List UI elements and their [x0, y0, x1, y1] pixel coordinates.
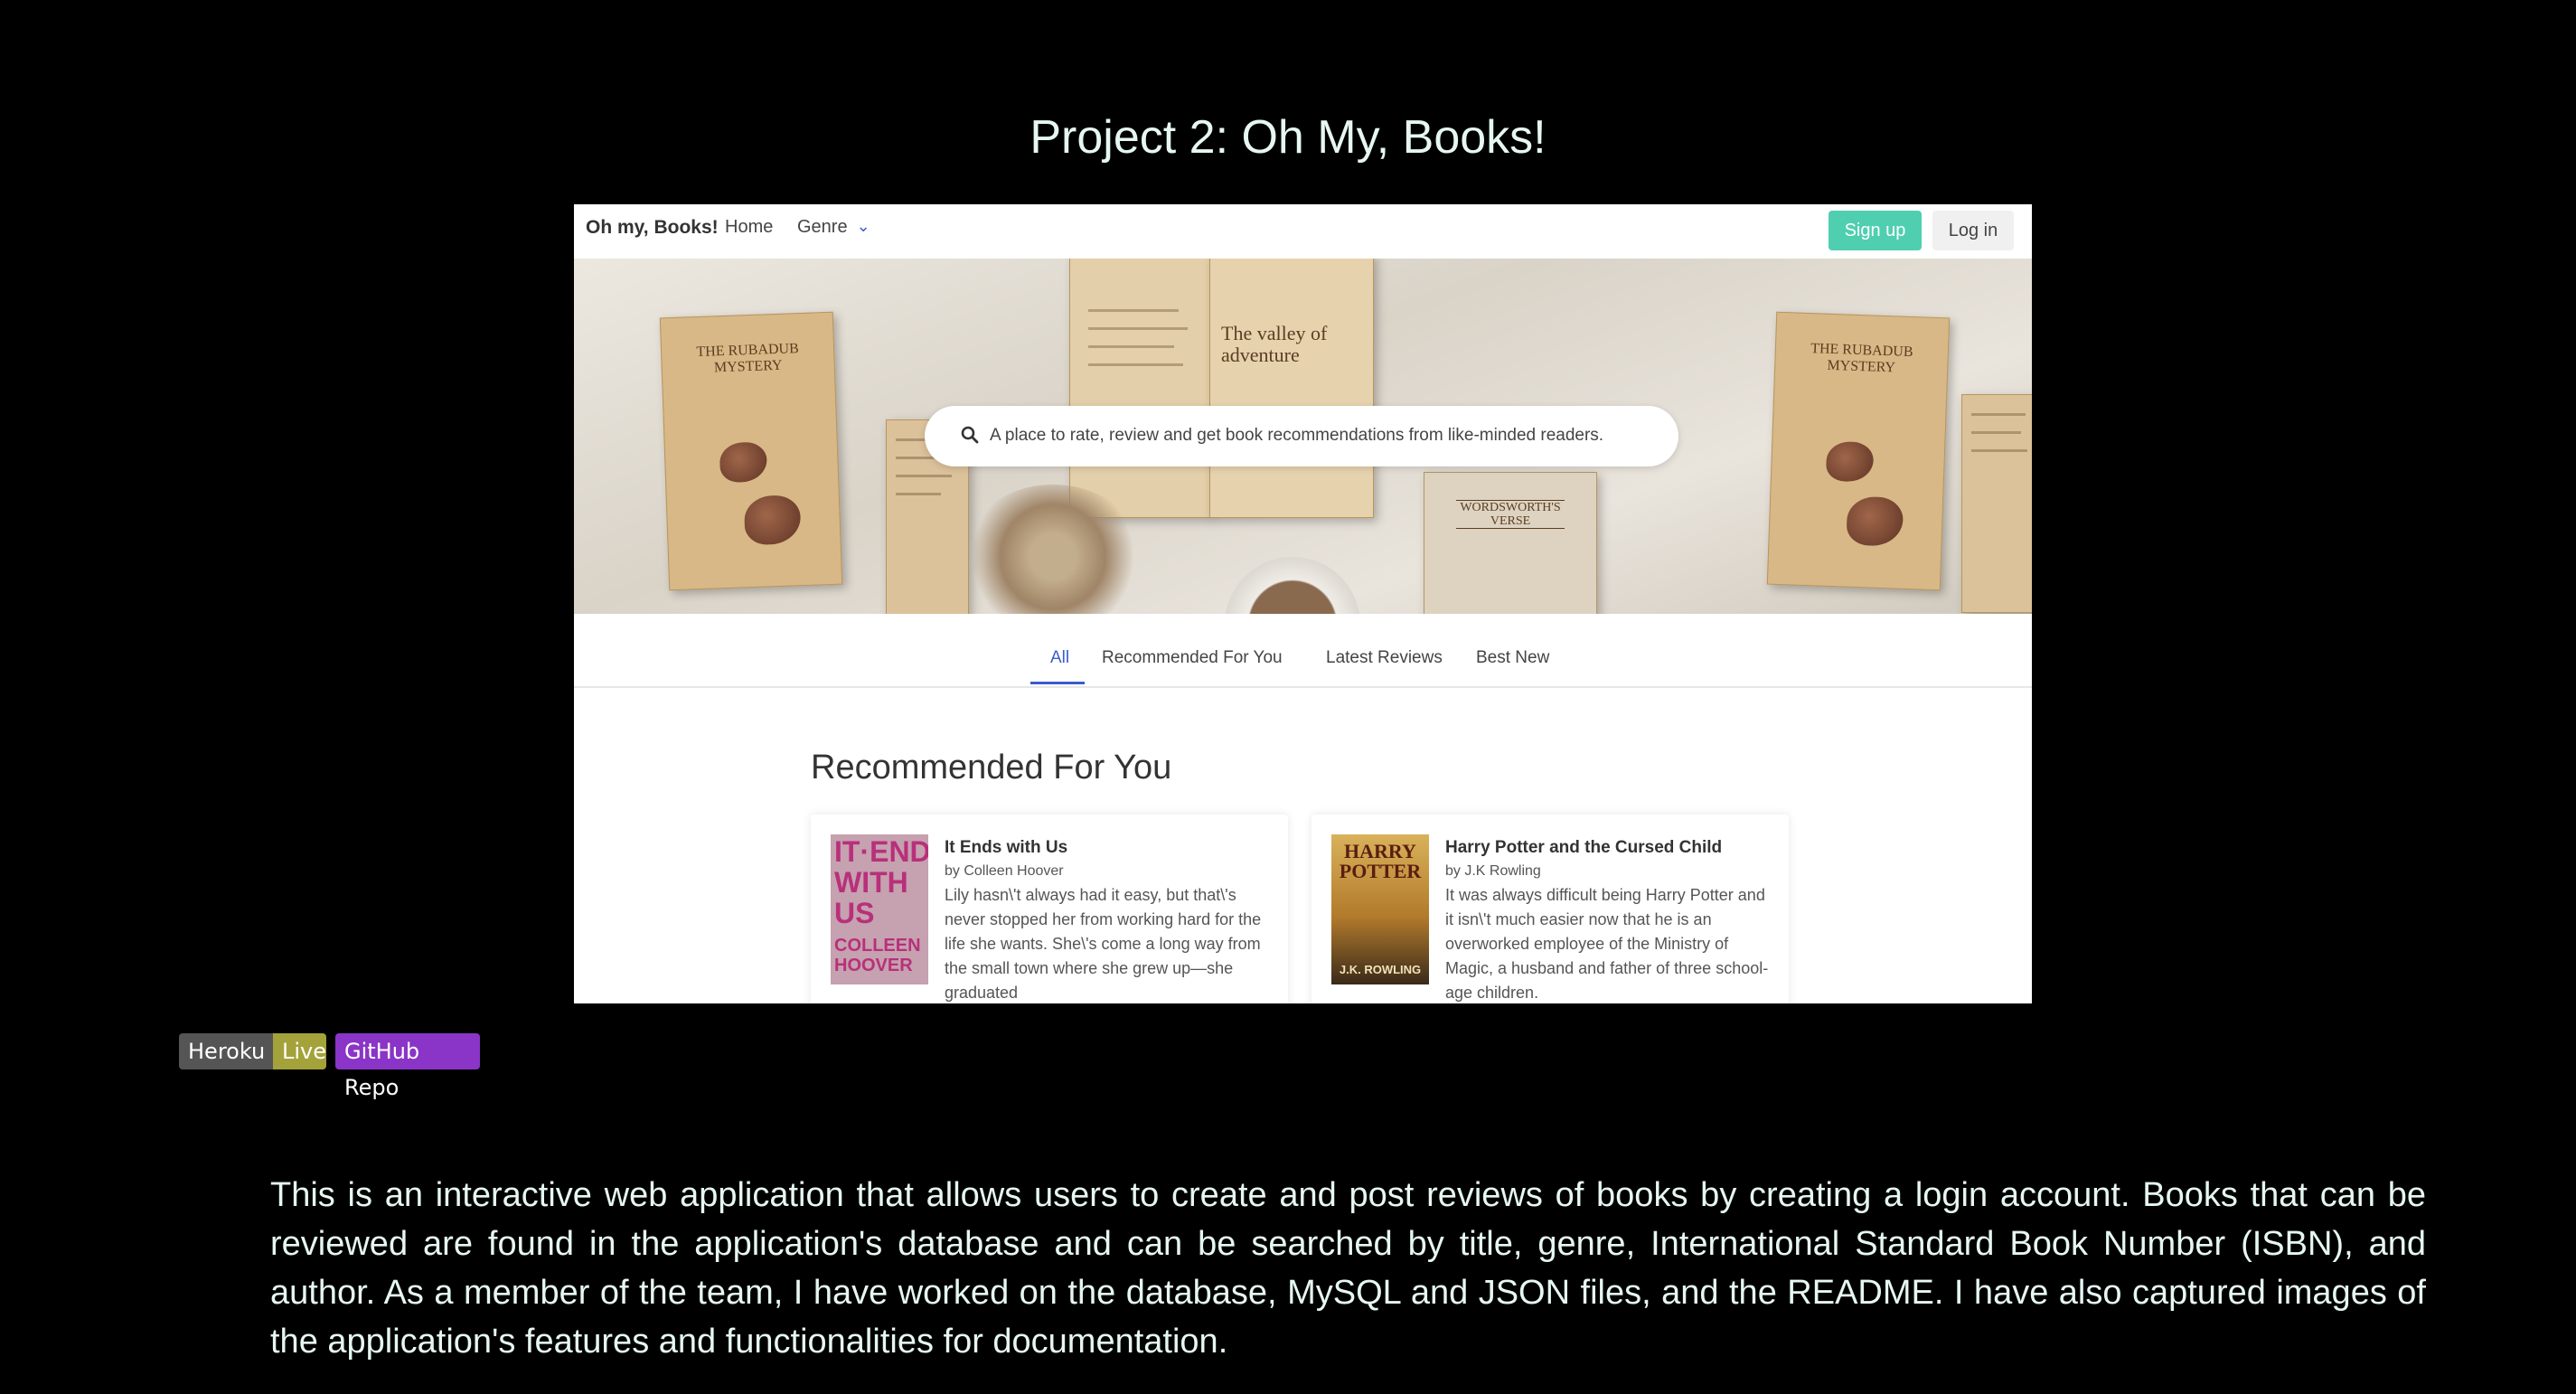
- signup-button[interactable]: Sign up: [1829, 211, 1922, 250]
- cover-title: HARRY POTTER: [1339, 840, 1422, 882]
- hero-book-center: The valley of adventure: [1209, 259, 1374, 518]
- book-title[interactable]: It Ends with Us: [945, 838, 1067, 858]
- book-author: by J.K Rowling: [1445, 863, 1541, 879]
- tab-latest-reviews[interactable]: Latest Reviews: [1326, 648, 1443, 668]
- hero-book-left: THE RUBADUB MYSTERY: [659, 311, 843, 591]
- nav-genre-label: Genre: [797, 217, 848, 237]
- github-repo-badge[interactable]: GitHub Repo: [335, 1033, 480, 1100]
- search-bar[interactable]: A place to rate, review and get book rec…: [925, 406, 1678, 466]
- book-cover: IT·ENDS WITH US COLLEEN HOOVER: [831, 834, 928, 984]
- content-tabs: All Recommended For You Latest Reviews B…: [574, 614, 2032, 688]
- cover-author: COLLEEN HOOVER: [834, 936, 921, 975]
- active-tab-indicator: [1030, 682, 1085, 684]
- cover-author: J.K. ROWLING: [1339, 963, 1422, 976]
- login-button[interactable]: Log in: [1932, 211, 2014, 250]
- hero-book-left-title: THE RUBADUB MYSTERY: [696, 341, 800, 376]
- book-author: by Colleen Hoover: [945, 863, 1064, 879]
- book-cover: HARRY POTTER J.K. ROWLING: [1331, 834, 1429, 984]
- tab-best-new[interactable]: Best New: [1476, 648, 1549, 668]
- book-title[interactable]: Harry Potter and the Cursed Child: [1445, 838, 1722, 858]
- app-screenshot: Oh my, Books! Home Genre ⌄ Sign up Log in…: [574, 204, 2032, 1003]
- hero-book-verse: WORDSWORTH'S VERSE: [1424, 472, 1597, 614]
- tab-recommended[interactable]: Recommended For You: [1102, 648, 1283, 668]
- book-card[interactable]: HARRY POTTER J.K. ROWLING Harry Potter a…: [1312, 815, 1789, 1003]
- heroku-badge-label[interactable]: Heroku: [179, 1033, 273, 1069]
- app-navbar: Oh my, Books! Home Genre ⌄ Sign up Log in: [574, 204, 2032, 259]
- book-description: Lily hasn\'t always had it easy, but tha…: [945, 886, 1262, 1002]
- cover-title: IT·ENDS WITH US: [834, 835, 928, 929]
- dried-flower-icon: [1825, 440, 1875, 483]
- hero-book-right-title: THE RUBADUB MYSTERY: [1810, 341, 1913, 376]
- hero-banner: THE RUBADUB MYSTERY The valley of advent…: [574, 259, 2032, 614]
- hero-book-open-left: [1069, 259, 1211, 518]
- search-icon: [961, 426, 979, 444]
- hero-book-right: THE RUBADUB MYSTERY: [1766, 311, 1951, 591]
- section-title: Recommended For You: [811, 749, 1172, 786]
- book-card[interactable]: IT·ENDS WITH US COLLEEN HOOVER It Ends w…: [811, 815, 1288, 1003]
- brand-logo[interactable]: Oh my, Books!: [586, 217, 719, 239]
- chevron-down-icon: ⌄: [856, 217, 870, 235]
- dried-flower-icon: [1846, 495, 1904, 547]
- coffee-cup-icon: [1225, 557, 1360, 614]
- nav-genre-dropdown[interactable]: Genre ⌄: [797, 217, 870, 238]
- hero-book-page-right: [1961, 394, 2032, 613]
- dried-flower-icon: [719, 441, 768, 484]
- project-description: This is an interactive web application t…: [270, 1176, 2426, 1361]
- nav-home-link[interactable]: Home: [725, 217, 773, 238]
- project-title: Project 2: Oh My, Books!: [1029, 111, 1547, 164]
- dried-flower-icon: [743, 494, 802, 546]
- book-description: It was always difficult being Harry Pott…: [1445, 886, 1769, 1002]
- heroku-live-badge[interactable]: Live: [273, 1033, 326, 1069]
- hero-book-verse-title: WORDSWORTH'S VERSE: [1456, 500, 1565, 529]
- hero-book-center-title: The valley of adventure: [1221, 322, 1328, 366]
- search-placeholder: A place to rate, review and get book rec…: [990, 426, 1604, 445]
- tab-all[interactable]: All: [1050, 648, 1069, 668]
